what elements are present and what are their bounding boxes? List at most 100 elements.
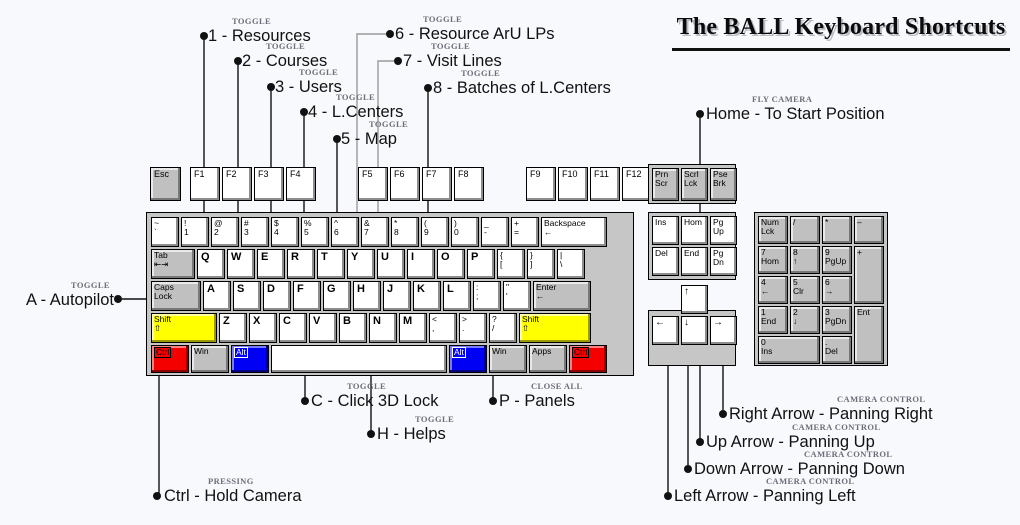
key-shift-left[interactable]: Shift ⇧ — [151, 313, 217, 343]
key-w[interactable]: W — [227, 249, 255, 279]
key-m[interactable]: M — [399, 313, 427, 343]
key-numpad-6[interactable]: 6 → — [822, 276, 852, 304]
key-esc[interactable]: Esc — [150, 167, 181, 201]
key-f4[interactable]: F4 — [286, 167, 316, 201]
key-arrow-up[interactable]: ↑ — [681, 285, 708, 314]
key-pse-brk[interactable]: Pse Brk — [710, 168, 737, 201]
key-q[interactable]: Q — [197, 249, 225, 279]
key-r[interactable]: R — [287, 249, 315, 279]
key-3[interactable]: #3 — [241, 217, 269, 247]
key-quote[interactable]: " ' — [503, 281, 531, 311]
key-apps-right[interactable]: Apps — [529, 345, 567, 373]
key-ctrl-right[interactable]: Ctrl — [569, 345, 607, 373]
key-arrow-left[interactable]: ← — [652, 316, 679, 345]
key-x[interactable]: X — [249, 313, 277, 343]
key-numpad-7-hom[interactable]: 7 Hom — [758, 246, 788, 274]
key-o[interactable]: O — [437, 249, 465, 279]
key-a[interactable]: A — [203, 281, 231, 311]
key-numpad-3-pgdn[interactable]: 3 PgDn — [822, 306, 852, 334]
key-numpad-key[interactable]: * — [822, 216, 852, 244]
key-key[interactable]: }] — [527, 249, 555, 279]
key-7[interactable]: & 7 — [361, 217, 389, 247]
key-numpad-key[interactable]: + — [854, 246, 884, 304]
key-arrow-down[interactable]: ↓ — [681, 316, 708, 345]
key-0[interactable]: ) 0 — [451, 217, 479, 247]
key-u[interactable]: U — [377, 249, 405, 279]
key-numpad-key[interactable]: / — [790, 216, 820, 244]
key-shift-right[interactable]: Shift ⇧ — [519, 313, 591, 343]
key-numpad-0-ins[interactable]: 0 Ins — [758, 336, 820, 364]
key-numpad-del[interactable]: . Del — [822, 336, 852, 364]
key-backspace[interactable]: Backspace ← — [541, 217, 607, 247]
key-f[interactable]: F — [293, 281, 321, 311]
key-6[interactable]: ^ 6 — [331, 217, 359, 247]
key-key[interactable]: | \ — [557, 249, 585, 279]
key-numpad-2[interactable]: 2 ↓ — [790, 306, 820, 334]
key-i[interactable]: I — [407, 249, 435, 279]
key-h[interactable]: H — [353, 281, 381, 311]
key-hom[interactable]: Hom — [681, 216, 708, 245]
key-pg-up[interactable]: Pg Up — [710, 216, 737, 245]
key-e[interactable]: E — [257, 249, 285, 279]
key-key[interactable]: {[ — [497, 249, 525, 279]
key-numpad-ent[interactable]: Ent — [854, 306, 884, 364]
key-l[interactable]: L — [443, 281, 471, 311]
key-space[interactable] — [271, 345, 447, 373]
key-key[interactable]: + = — [511, 217, 539, 247]
key-8[interactable]: * 8 — [391, 217, 419, 247]
key-period[interactable]: >. — [459, 313, 487, 343]
key-f7[interactable]: F7 — [422, 167, 452, 201]
key-f9[interactable]: F9 — [526, 167, 556, 201]
key-f10[interactable]: F10 — [558, 167, 588, 201]
key-z[interactable]: Z — [219, 313, 247, 343]
key-f8[interactable]: F8 — [454, 167, 484, 201]
key-slash[interactable]: ? / — [489, 313, 517, 343]
key-scrl-lck[interactable]: Scrl Lck — [681, 168, 708, 201]
key-key[interactable]: ~ ` — [151, 217, 179, 247]
key-p[interactable]: P — [467, 249, 495, 279]
key-k[interactable]: K — [413, 281, 441, 311]
key-alt-left[interactable]: Alt — [231, 345, 269, 373]
key-win-right[interactable]: Win — [489, 345, 527, 373]
key-g[interactable]: G — [323, 281, 351, 311]
key-5[interactable]: % 5 — [301, 217, 329, 247]
key-key[interactable]: _ - — [481, 217, 509, 247]
key-enter[interactable]: Enter ← — [533, 281, 591, 311]
key-arrow-right[interactable]: → — [710, 316, 737, 345]
key-n[interactable]: N — [369, 313, 397, 343]
key-alt-right[interactable]: Alt — [449, 345, 487, 373]
key-f3[interactable]: F3 — [254, 167, 284, 201]
key-end[interactable]: End — [681, 247, 708, 276]
key-f2[interactable]: F2 — [222, 167, 252, 201]
key-c[interactable]: C — [279, 313, 307, 343]
key-numpad-9-pgup[interactable]: 9 PgUp — [822, 246, 852, 274]
key-9[interactable]: (9 — [421, 217, 449, 247]
key-f5[interactable]: F5 — [358, 167, 388, 201]
key-numpad-num-lck[interactable]: Num Lck — [758, 216, 788, 244]
key-b[interactable]: B — [339, 313, 367, 343]
key-s[interactable]: S — [233, 281, 261, 311]
key-numpad-1-end[interactable]: 1 End — [758, 306, 788, 334]
key-v[interactable]: V — [309, 313, 337, 343]
key-del[interactable]: Del — [652, 247, 679, 276]
key-2[interactable]: @2 — [211, 217, 239, 247]
key-4[interactable]: $4 — [271, 217, 299, 247]
key-pg-dn[interactable]: Pg Dn — [710, 247, 737, 276]
key-t[interactable]: T — [317, 249, 345, 279]
key-numpad-8[interactable]: 8 ↑ — [790, 246, 820, 274]
key-numpad-key[interactable]: – — [854, 216, 884, 244]
key-numpad-5-clr[interactable]: 5 Clr — [790, 276, 820, 304]
key-f1[interactable]: F1 — [190, 167, 220, 201]
key-key[interactable]: :; — [473, 281, 501, 311]
key-j[interactable]: J — [383, 281, 411, 311]
key-caps-lock[interactable]: Caps Lock — [151, 281, 201, 311]
key-f11[interactable]: F11 — [590, 167, 620, 201]
key-f6[interactable]: F6 — [390, 167, 420, 201]
key-comma[interactable]: <, — [429, 313, 457, 343]
key-1[interactable]: ! 1 — [181, 217, 209, 247]
key-numpad-4[interactable]: 4 ← — [758, 276, 788, 304]
key-d[interactable]: D — [263, 281, 291, 311]
key-prn-scr[interactable]: Prn Scr — [652, 168, 679, 201]
key-win-left[interactable]: Win — [191, 345, 229, 373]
key-tab[interactable]: Tab ⇤⇥ — [151, 249, 195, 279]
